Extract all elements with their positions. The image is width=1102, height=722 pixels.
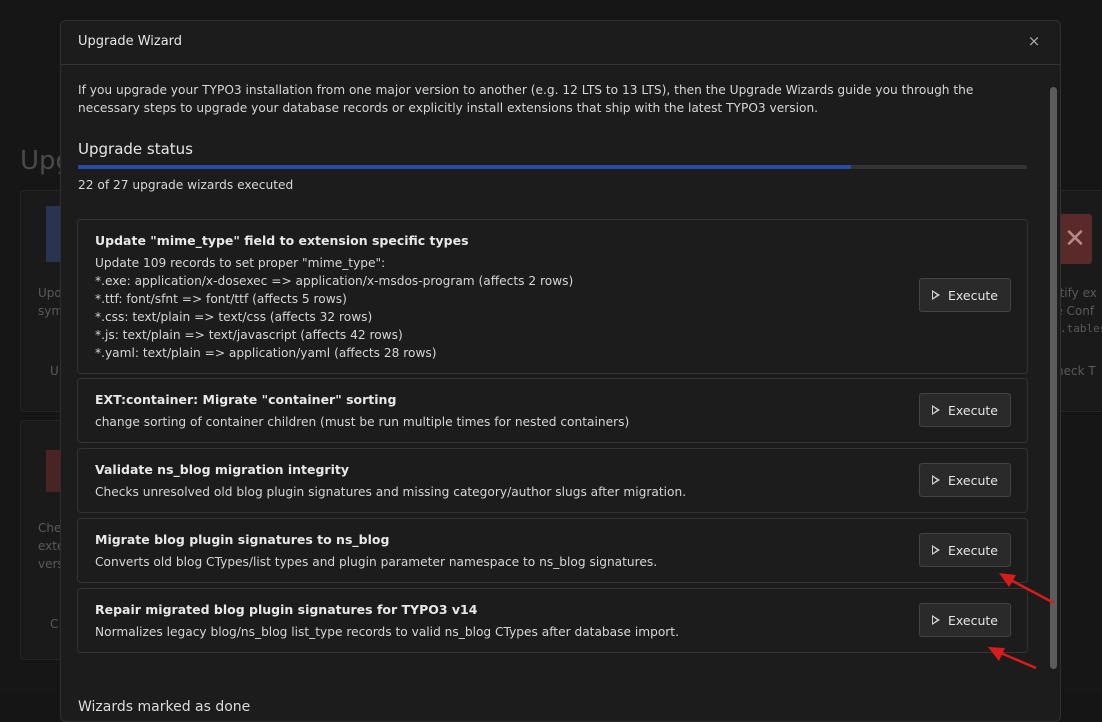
wizard-title: EXT:container: Migrate "container" sorti… (95, 392, 397, 407)
wizard-card: Update "mime_type" field to extension sp… (77, 219, 1028, 374)
wizard-card: Repair migrated blog plugin signatures f… (77, 588, 1028, 653)
modal-header: Upgrade Wizard × (61, 21, 1060, 65)
play-icon (932, 290, 940, 300)
background-text: U (50, 364, 59, 378)
execute-button[interactable]: Execute (919, 533, 1011, 567)
wizard-description-line: *.ttf: font/sfnt => font/ttf (affects 5 … (95, 292, 347, 306)
background-text: Che (38, 521, 62, 535)
wizard-description-line: *.yaml: text/plain => application/yaml (… (95, 346, 437, 360)
wizard-title: Validate ns_blog migration integrity (95, 462, 350, 477)
error-icon: ✕ (1058, 214, 1092, 264)
upgrade-progress-bar (78, 165, 1027, 169)
play-icon (932, 405, 940, 415)
execute-button[interactable]: Execute (919, 463, 1011, 497)
upgrade-wizard-modal: Upgrade Wizard × If you upgrade your TYP… (60, 20, 1061, 722)
wizard-title: Migrate blog plugin signatures to ns_blo… (95, 532, 390, 547)
wizard-card: Migrate blog plugin signatures to ns_blo… (77, 518, 1028, 583)
wizard-description-line: Checks unresolved old blog plugin signat… (95, 485, 687, 499)
wizard-title: Update "mime_type" field to extension sp… (95, 233, 469, 248)
background-text: heck T (1056, 364, 1096, 378)
execute-label: Execute (948, 542, 998, 558)
wizard-description-line: Normalizes legacy blog/ns_blog list_type… (95, 625, 679, 639)
wizard-description-line: change sorting of container children (mu… (95, 415, 630, 429)
wizard-description-line: Converts old blog CTypes/list types and … (95, 555, 658, 569)
modal-title: Upgrade Wizard (78, 34, 183, 49)
wizard-card: Validate ns_blog migration integrity Che… (77, 448, 1028, 513)
intro-text: If you upgrade your TYPO3 installation f… (78, 83, 974, 115)
upgrade-progress-fill (78, 165, 852, 169)
wizard-title: Repair migrated blog plugin signatures f… (95, 602, 478, 617)
execute-button[interactable]: Execute (919, 603, 1011, 637)
wizard-card: EXT:container: Migrate "container" sorti… (77, 378, 1028, 443)
modal-body: If you upgrade your TYPO3 installation f… (61, 65, 1046, 721)
background-text: .tables (1060, 322, 1102, 335)
background-text: Upd (38, 286, 63, 300)
execute-label: Execute (948, 287, 998, 303)
wizard-description-line: Update 109 records to set proper "mime_t… (95, 256, 386, 270)
wizard-description-line: *.css: text/plain => text/css (affects 3… (95, 310, 373, 324)
close-icon[interactable]: × (1024, 31, 1044, 51)
execute-label: Execute (948, 612, 998, 628)
execute-button[interactable]: Execute (919, 393, 1011, 427)
wizard-description-line: *.exe: application/x-dosexec => applicat… (95, 274, 574, 288)
play-icon (932, 615, 940, 625)
execute-button[interactable]: Execute (919, 278, 1011, 312)
upgrade-status-heading: Upgrade status (78, 140, 193, 158)
play-icon (932, 475, 940, 485)
wizards-done-heading: Wizards marked as done (78, 699, 251, 715)
play-icon (932, 545, 940, 555)
modal-scrollbar-thumb[interactable] (1050, 87, 1057, 669)
execute-label: Execute (948, 402, 998, 418)
background-text: C (50, 617, 59, 631)
upgrade-progress-text: 22 of 27 upgrade wizards executed (78, 178, 294, 192)
wizard-description-line: *.js: text/plain => text/javascript (aff… (95, 328, 403, 342)
execute-label: Execute (948, 472, 998, 488)
